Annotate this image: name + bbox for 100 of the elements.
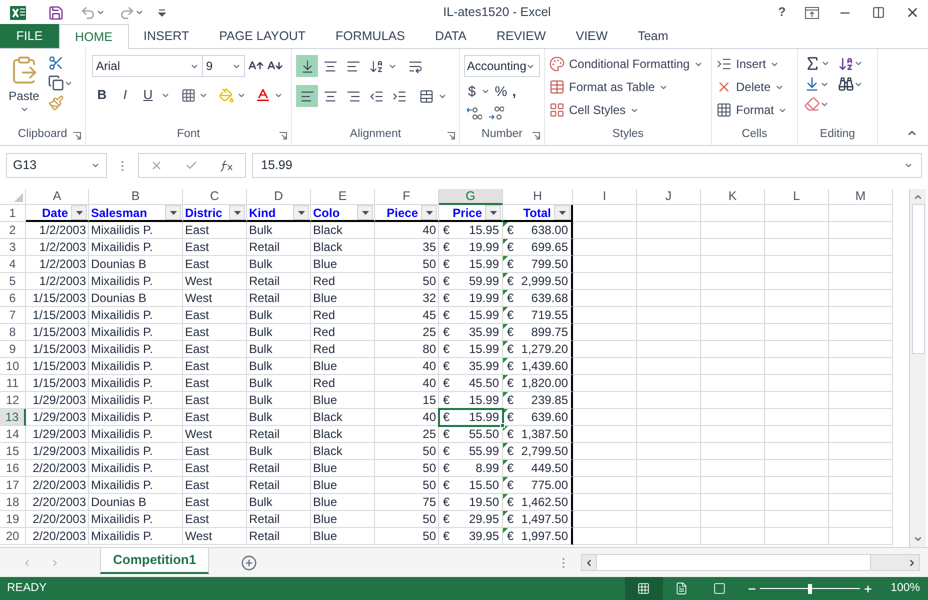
font-style-button[interactable]: I [115, 85, 135, 105]
filter-dropdown[interactable] [293, 205, 309, 220]
filter-dropdown[interactable] [421, 205, 437, 220]
empty-cell[interactable] [829, 409, 893, 426]
empty-cell[interactable] [701, 392, 765, 409]
column-header[interactable]: K [701, 189, 765, 205]
empty-cell[interactable] [701, 358, 765, 375]
empty-cell[interactable] [829, 443, 893, 460]
empty-cell[interactable] [765, 375, 829, 392]
empty-cell[interactable] [573, 256, 637, 273]
excel-logo-icon[interactable] [10, 4, 26, 20]
empty-cell[interactable] [765, 392, 829, 409]
empty-cell[interactable] [637, 256, 701, 273]
row-header[interactable]: 2 [0, 222, 26, 239]
help-button[interactable]: ? [768, 3, 796, 22]
empty-cell[interactable] [765, 460, 829, 477]
font-style-button[interactable]: U [138, 85, 158, 105]
styles-menu-button[interactable]: Cell Styles [549, 101, 703, 119]
zoom-level[interactable]: 100% [890, 580, 920, 598]
empty-cell[interactable] [765, 307, 829, 324]
empty-cell[interactable] [765, 358, 829, 375]
formula-field[interactable]: 15.99 [252, 153, 922, 178]
ribbon-tab[interactable]: REVIEW [481, 24, 561, 48]
fill-color-icon[interactable] [219, 88, 234, 102]
cells-menu-button[interactable]: Insert [716, 55, 788, 73]
clear-icon[interactable] [804, 96, 820, 112]
empty-cell[interactable] [637, 443, 701, 460]
ribbon-tab[interactable]: VIEW [560, 24, 623, 48]
number-format-button[interactable]: , [512, 81, 516, 102]
empty-cell[interactable] [829, 477, 893, 494]
empty-cell[interactable] [573, 290, 637, 307]
empty-cell[interactable] [765, 256, 829, 273]
empty-cell[interactable] [573, 443, 637, 460]
empty-cell[interactable] [829, 256, 893, 273]
paste-button[interactable]: Paste [8, 87, 40, 105]
empty-cell[interactable] [829, 511, 893, 528]
row-header[interactable]: 1 [0, 205, 26, 222]
empty-cell[interactable] [637, 341, 701, 358]
empty-cell[interactable] [765, 324, 829, 341]
empty-cell[interactable] [573, 205, 637, 222]
filter-dropdown[interactable] [554, 205, 570, 220]
row-header[interactable]: 17 [0, 477, 26, 494]
empty-cell[interactable] [701, 239, 765, 256]
ribbon-tab[interactable]: DATA [420, 24, 482, 48]
empty-cell[interactable] [765, 205, 829, 222]
row-header[interactable]: 10 [0, 358, 26, 375]
empty-cell[interactable] [765, 426, 829, 443]
empty-cell[interactable] [637, 426, 701, 443]
empty-cell[interactable] [637, 205, 701, 222]
empty-cell[interactable] [637, 477, 701, 494]
copy-icon[interactable] [48, 75, 64, 91]
ribbon-tab[interactable]: INSERT [128, 24, 204, 48]
redo-icon[interactable] [119, 4, 135, 20]
empty-cell[interactable] [765, 409, 829, 426]
scroll-down-icon[interactable] [913, 534, 923, 544]
horizontal-align-button[interactable] [296, 85, 318, 107]
scroll-left-icon[interactable] [584, 558, 594, 568]
zoom-slider[interactable] [760, 584, 860, 594]
column-header[interactable]: J [637, 189, 701, 205]
row-header[interactable]: 5 [0, 273, 26, 290]
column-header[interactable]: D [247, 189, 311, 205]
column-header[interactable]: H [503, 189, 573, 205]
empty-cell[interactable] [829, 426, 893, 443]
styles-menu-button[interactable]: Conditional Formatting [549, 55, 703, 73]
empty-cell[interactable] [701, 477, 765, 494]
column-header[interactable]: L [765, 189, 829, 205]
empty-cell[interactable] [701, 409, 765, 426]
zoom-slider-thumb[interactable] [808, 584, 812, 594]
dialog-launcher-icon[interactable] [447, 132, 455, 140]
cancel-icon[interactable] [150, 159, 163, 172]
empty-cell[interactable] [829, 222, 893, 239]
row-header[interactable]: 13 [0, 409, 26, 426]
empty-cell[interactable] [701, 375, 765, 392]
view-button[interactable] [624, 577, 663, 600]
zoom-in-icon[interactable] [862, 584, 873, 594]
ribbon-tab[interactable]: HOME [59, 24, 128, 49]
empty-cell[interactable] [701, 273, 765, 290]
empty-cell[interactable] [829, 324, 893, 341]
empty-cell[interactable] [829, 290, 893, 307]
empty-cell[interactable] [701, 256, 765, 273]
empty-cell[interactable] [829, 273, 893, 290]
styles-menu-button[interactable]: Format as Table [549, 78, 703, 96]
fill-icon[interactable] [804, 76, 820, 92]
dialog-launcher-icon[interactable] [532, 132, 540, 140]
empty-cell[interactable] [829, 375, 893, 392]
empty-cell[interactable] [765, 477, 829, 494]
filter-dropdown[interactable] [71, 205, 87, 220]
empty-cell[interactable] [637, 511, 701, 528]
row-header[interactable]: 19 [0, 511, 26, 528]
empty-cell[interactable] [573, 273, 637, 290]
empty-cell[interactable] [829, 392, 893, 409]
empty-cell[interactable] [637, 307, 701, 324]
empty-cell[interactable] [701, 290, 765, 307]
ribbon-tab[interactable]: FORMULAS [320, 24, 420, 48]
number-format-field[interactable]: Accounting [464, 55, 540, 77]
empty-cell[interactable] [573, 494, 637, 511]
empty-cell[interactable] [829, 460, 893, 477]
sheet-tab[interactable]: Competition1 [100, 548, 210, 574]
empty-cell[interactable] [573, 324, 637, 341]
vertical-scrollbar[interactable] [909, 189, 926, 547]
